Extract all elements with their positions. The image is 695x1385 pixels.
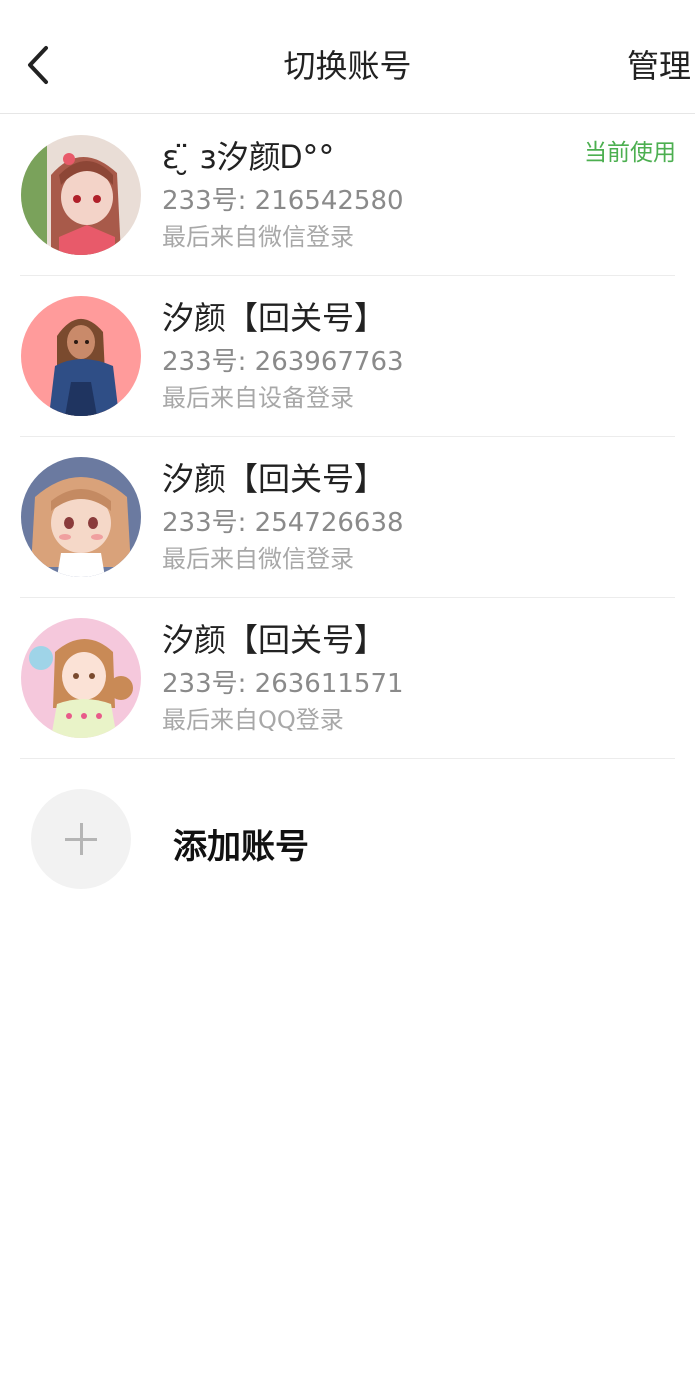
account-item[interactable]: ε ̮̈ ɜ汐颜Ꭰ°° 233号: 216542580 最后来自微信登录 当前使… [0, 115, 695, 276]
account-name: 汐颜【回关号】 [162, 621, 387, 659]
last-login-source: 最后来自QQ登录 [162, 706, 344, 734]
account-name: 汐颜【回关号】 [162, 299, 387, 337]
add-account-button[interactable]: 添加账号 [0, 759, 695, 919]
avatar [21, 618, 141, 738]
account-name: 汐颜【回关号】 [162, 460, 387, 498]
account-item[interactable]: 汐颜【回关号】 233号: 254726638 最后来自微信登录 [0, 437, 695, 598]
avatar [21, 296, 141, 416]
account-id: 233号: 263611571 [162, 669, 404, 699]
top-bar: 切换账号 管理 [0, 0, 695, 114]
account-item[interactable]: 汐颜【回关号】 233号: 263967763 最后来自设备登录 [0, 276, 695, 437]
current-account-badge: 当前使用 [584, 140, 676, 166]
account-id: 233号: 216542580 [162, 186, 404, 216]
add-account-label: 添加账号 [173, 827, 309, 867]
account-id: 233号: 263967763 [162, 347, 404, 377]
plus-icon [31, 789, 131, 889]
last-login-source: 最后来自微信登录 [162, 545, 354, 573]
avatar [21, 457, 141, 577]
page-title: 切换账号 [283, 47, 412, 85]
account-list: ε ̮̈ ɜ汐颜Ꭰ°° 233号: 216542580 最后来自微信登录 当前使… [0, 115, 695, 759]
last-login-source: 最后来自设备登录 [162, 384, 354, 412]
last-login-source: 最后来自微信登录 [162, 223, 354, 251]
account-item[interactable]: 汐颜【回关号】 233号: 263611571 最后来自QQ登录 [0, 598, 695, 759]
avatar [21, 135, 141, 255]
account-id: 233号: 254726638 [162, 508, 404, 538]
account-name: ε ̮̈ ɜ汐颜Ꭰ°° [162, 138, 335, 176]
manage-button[interactable]: 管理 [627, 44, 691, 88]
